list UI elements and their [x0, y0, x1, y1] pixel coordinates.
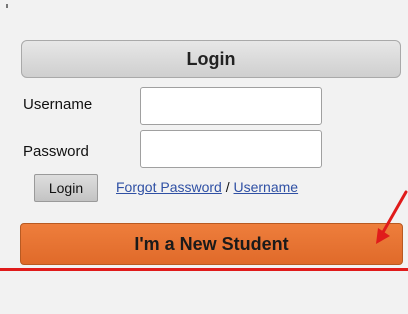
- login-header-label: Login: [186, 48, 236, 69]
- username-label: Username: [23, 96, 93, 113]
- red-arrow-icon: [376, 190, 408, 244]
- login-header: Login: [21, 40, 401, 78]
- password-field[interactable]: [140, 130, 322, 168]
- new-student-button[interactable]: I'm a New Student: [20, 223, 403, 265]
- new-student-button-label: I'm a New Student: [134, 233, 289, 254]
- login-button[interactable]: Login: [34, 174, 98, 202]
- password-label: Password: [23, 143, 89, 160]
- recovery-links: Forgot Password / Username: [116, 179, 298, 195]
- link-separator: /: [221, 179, 234, 195]
- username-link[interactable]: Username: [234, 179, 299, 195]
- corner-mark: [6, 4, 8, 8]
- username-field[interactable]: [140, 87, 322, 125]
- forgot-password-link[interactable]: Forgot Password: [116, 179, 222, 195]
- annotation-underline: [0, 268, 408, 271]
